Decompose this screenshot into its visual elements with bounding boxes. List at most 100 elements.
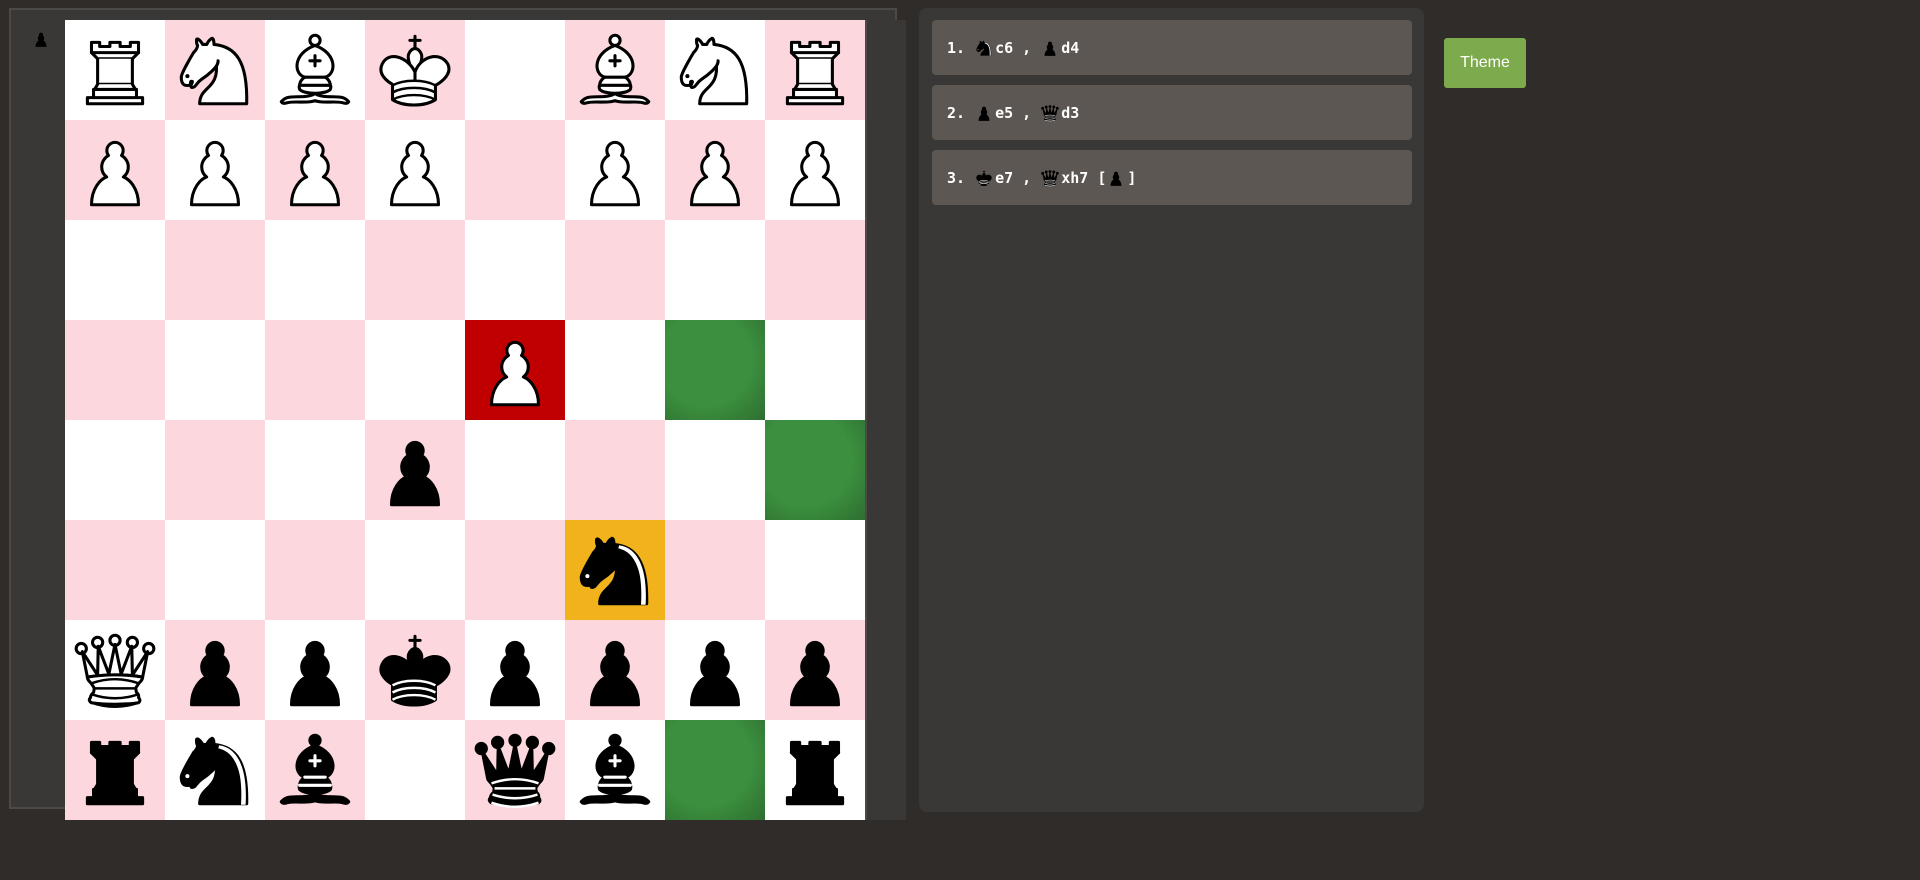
board-square[interactable] [365, 520, 465, 620]
board-square[interactable] [465, 20, 565, 120]
board-square[interactable] [265, 220, 365, 320]
board-square[interactable] [765, 320, 865, 420]
board-square[interactable] [165, 320, 265, 420]
board-square[interactable] [165, 220, 265, 320]
board-square[interactable] [265, 120, 365, 220]
board-square[interactable] [265, 20, 365, 120]
move-row[interactable]: 2. e5 , d3 [932, 85, 1412, 140]
white-pawn-icon[interactable] [469, 324, 561, 416]
board-square[interactable] [265, 720, 365, 820]
board-square[interactable] [665, 20, 765, 120]
black-pawn-icon[interactable] [569, 624, 661, 716]
black-knight-icon[interactable] [569, 524, 661, 616]
white-pawn-icon[interactable] [569, 124, 661, 216]
board-square[interactable] [565, 720, 665, 820]
board-square[interactable] [365, 20, 465, 120]
board-square[interactable] [265, 620, 365, 720]
board-square[interactable] [265, 420, 365, 520]
board-square[interactable] [565, 220, 665, 320]
white-king-icon[interactable] [369, 24, 461, 116]
white-pawn-icon[interactable] [69, 124, 161, 216]
board-square[interactable] [465, 520, 565, 620]
board-square[interactable] [465, 720, 565, 820]
board-square[interactable] [765, 20, 865, 120]
white-bishop-icon[interactable] [569, 24, 661, 116]
board-square[interactable] [165, 120, 265, 220]
black-bishop-icon[interactable] [269, 724, 361, 816]
white-pawn-icon[interactable] [169, 124, 261, 216]
black-pawn-icon[interactable] [469, 624, 561, 716]
board-square[interactable] [165, 20, 265, 120]
board-square[interactable] [665, 420, 765, 520]
legal-move-square[interactable] [765, 420, 865, 520]
legal-move-square[interactable] [665, 720, 765, 820]
board-square[interactable] [65, 120, 165, 220]
white-pawn-icon[interactable] [669, 124, 761, 216]
board-square[interactable] [365, 720, 465, 820]
board-square[interactable] [665, 520, 765, 620]
board-square[interactable] [465, 620, 565, 720]
legal-move-square[interactable] [665, 320, 765, 420]
board-square[interactable] [565, 120, 665, 220]
white-pawn-icon[interactable] [269, 124, 361, 216]
board-square[interactable] [565, 620, 665, 720]
black-pawn-icon[interactable] [769, 624, 861, 716]
black-pawn-icon[interactable] [369, 424, 461, 516]
white-rook-icon[interactable] [769, 24, 861, 116]
board-square[interactable] [565, 320, 665, 420]
black-pawn-icon[interactable] [669, 624, 761, 716]
board-square[interactable] [365, 220, 465, 320]
black-pawn-icon[interactable] [169, 624, 261, 716]
move-row[interactable]: 1. c6 , d4 [932, 20, 1412, 75]
board-square[interactable] [165, 620, 265, 720]
board-square[interactable] [465, 220, 565, 320]
white-knight-icon[interactable] [669, 24, 761, 116]
board-square[interactable] [465, 420, 565, 520]
board-square[interactable] [665, 220, 765, 320]
black-bishop-icon[interactable] [569, 724, 661, 816]
board-square[interactable] [465, 120, 565, 220]
last-move-square[interactable] [565, 520, 665, 620]
board-square[interactable] [365, 320, 465, 420]
move-row[interactable]: 3. e7 , xh7 [] [932, 150, 1412, 205]
white-pawn-icon[interactable] [369, 124, 461, 216]
board-square[interactable] [65, 520, 165, 620]
black-queen-icon[interactable] [469, 724, 561, 816]
board-square[interactable] [265, 520, 365, 620]
board-square[interactable] [165, 720, 265, 820]
black-rook-icon[interactable] [69, 724, 161, 816]
board-square[interactable] [365, 120, 465, 220]
board-square[interactable] [165, 520, 265, 620]
check-square[interactable] [465, 320, 565, 420]
board-square[interactable] [765, 620, 865, 720]
board-square[interactable] [765, 120, 865, 220]
board-square[interactable] [765, 220, 865, 320]
white-pawn-icon[interactable] [769, 124, 861, 216]
white-rook-icon[interactable] [69, 24, 161, 116]
board-square[interactable] [65, 220, 165, 320]
board-square[interactable] [565, 20, 665, 120]
white-knight-icon[interactable] [169, 24, 261, 116]
board-square[interactable] [65, 620, 165, 720]
chess-board[interactable] [65, 20, 865, 820]
black-pawn-icon[interactable] [269, 624, 361, 716]
white-bishop-icon[interactable] [269, 24, 361, 116]
board-square[interactable] [565, 420, 665, 520]
board-square[interactable] [365, 620, 465, 720]
board-square[interactable] [765, 520, 865, 620]
board-square[interactable] [65, 720, 165, 820]
black-king-icon[interactable] [369, 624, 461, 716]
board-square[interactable] [65, 20, 165, 120]
board-square[interactable] [65, 420, 165, 520]
board-square[interactable] [665, 620, 765, 720]
black-knight-icon[interactable] [169, 724, 261, 816]
black-rook-icon[interactable] [769, 724, 861, 816]
white-queen-icon[interactable] [69, 624, 161, 716]
board-square[interactable] [65, 320, 165, 420]
board-square[interactable] [365, 420, 465, 520]
board-square[interactable] [165, 420, 265, 520]
board-square[interactable] [765, 720, 865, 820]
board-square[interactable] [665, 120, 765, 220]
theme-button[interactable]: Theme [1444, 38, 1526, 88]
board-square[interactable] [265, 320, 365, 420]
